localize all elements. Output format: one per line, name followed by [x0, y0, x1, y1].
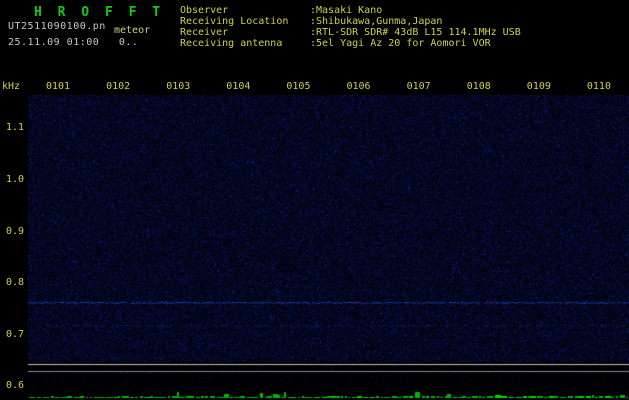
station-info: Observer:Masaki Kano Receiving Location:S…: [180, 5, 521, 49]
station-info-row: Observer:Masaki Kano: [180, 5, 521, 16]
freq-tick-label: 1.1: [6, 122, 24, 133]
time-tick-label: 0105: [286, 81, 310, 92]
station-info-field-value: :Shibukawa,Gunma,Japan: [310, 16, 442, 27]
time-tick-label: 0101: [46, 81, 70, 92]
time-axis: 0101 0102 0103 0104 0105 0106 0107 0108 0109 0110: [0, 81, 629, 93]
station-info-field-value: :5el Yagi Az 20 for Aomori VOR: [310, 38, 491, 49]
station-info-field-label: Receiver: [180, 27, 310, 38]
freq-tick-label: 0.6: [6, 380, 24, 391]
station-info-field-label: Receiving antenna: [180, 38, 310, 49]
time-tick-label: 0102: [106, 81, 130, 92]
time-tick-label: 0108: [467, 81, 491, 92]
freq-tick-label: 1.0: [6, 174, 24, 185]
observation-mode-label: meteor: [114, 25, 150, 36]
frequency-axis: 1.1 1.0 0.9 0.8 0.7 0.6: [0, 0, 26, 400]
time-tick-label: 0110: [587, 81, 611, 92]
station-info-field-value: :RTL-SDR SDR# 43dB L15 114.1MHz USB: [310, 27, 521, 38]
time-tick-label: 0107: [407, 81, 431, 92]
station-info-field-label: Observer: [180, 5, 310, 16]
station-info-row: Receiving antenna:5el Yagi Az 20 for Aom…: [180, 38, 521, 49]
hrofft-output: H R O F F T UT2511090100.pn meteor 25.11…: [0, 0, 629, 400]
signal-meter-canvas: [28, 362, 629, 400]
station-info-field-label: Receiving Location: [180, 16, 310, 27]
time-tick-label: 0109: [527, 81, 551, 92]
station-info-field-value: :Masaki Kano: [310, 5, 382, 16]
app-title: H R O F F T: [34, 5, 164, 20]
spectrogram-canvas: [28, 95, 629, 362]
freq-tick-label: 0.9: [6, 226, 24, 237]
capture-datetime: 25.11.09 01:00 0..: [8, 37, 138, 48]
time-tick-label: 0103: [166, 81, 190, 92]
time-tick-label: 0106: [347, 81, 371, 92]
freq-tick-label: 0.8: [6, 277, 24, 288]
station-info-row: Receiving Location:Shibukawa,Gunma,Japan: [180, 16, 521, 27]
freq-tick-label: 0.7: [6, 329, 24, 340]
station-info-row: Receiver:RTL-SDR SDR# 43dB L15 114.1MHz …: [180, 27, 521, 38]
time-tick-label: 0104: [226, 81, 250, 92]
